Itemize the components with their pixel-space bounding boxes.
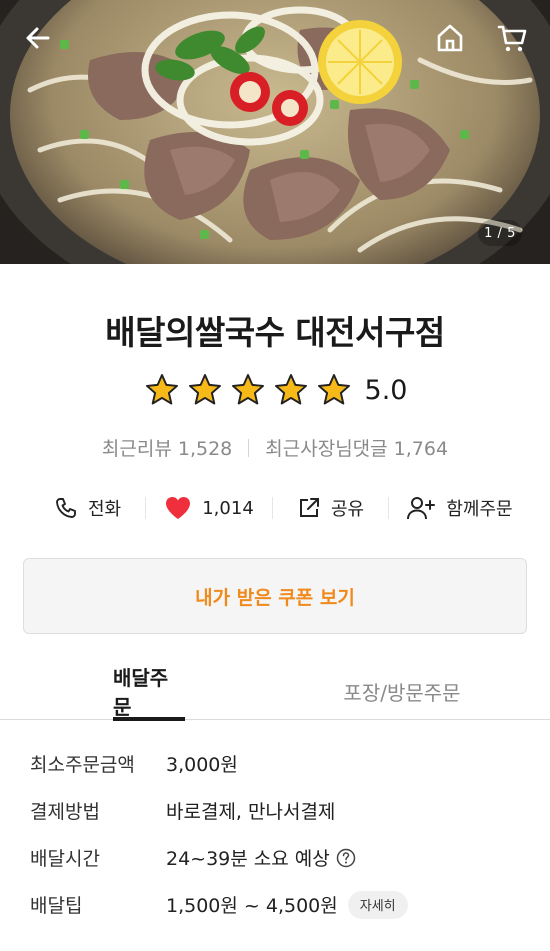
- back-arrow-icon: [26, 27, 50, 49]
- group-order-button[interactable]: 함께주문: [389, 486, 530, 530]
- store-actions: 전화 1,014 공유 함께주문: [30, 486, 530, 530]
- delivery-time-label: 배달시간: [30, 848, 100, 870]
- call-label: 전화: [87, 499, 122, 520]
- recent-reviews[interactable]: 최근리뷰 1,528: [102, 438, 232, 460]
- call-button[interactable]: 전화: [30, 486, 145, 530]
- delivery-tip-label: 배달팁: [30, 895, 83, 917]
- info-row-min-order: 최소주문금액 3,000원: [30, 740, 530, 787]
- min-order-value: 3,000원: [166, 754, 238, 776]
- tab-pickup-order[interactable]: 포장/방문주문: [340, 662, 464, 720]
- tab-delivery-order[interactable]: 배달주문: [113, 662, 185, 721]
- delivery-time-wrap: 24~39분 소요 예상: [166, 844, 356, 871]
- info-row-delivery-time: 배달시간 24~39분 소요 예상: [30, 834, 530, 881]
- share-button[interactable]: 공유: [273, 486, 388, 530]
- min-order-label: 최소주문금액: [30, 754, 135, 776]
- info-row-delivery-tip: 배달팁 1,500원 ~ 4,500원 자세히: [30, 881, 530, 928]
- review-stats: 최근리뷰 1,528 최근사장님댓글 1,764: [0, 434, 550, 461]
- my-coupons-button[interactable]: 내가 받은 쿠폰 보기: [23, 558, 527, 634]
- cart-icon: [497, 25, 527, 52]
- active-tab-indicator: [113, 717, 185, 721]
- order-type-tabs: 배달주문 포장/방문주문: [0, 662, 550, 721]
- add-person-icon: [406, 495, 436, 521]
- store-hero-photo[interactable]: 1 / 5: [0, 0, 550, 264]
- delivery-tip-detail-button[interactable]: 자세히: [347, 890, 408, 919]
- back-button[interactable]: [18, 18, 58, 58]
- phone-icon: [54, 496, 78, 520]
- star-icon: [145, 374, 178, 405]
- delivery-tip-wrap: 1,500원 ~ 4,500원 자세히: [166, 890, 408, 919]
- star-icon: [317, 374, 350, 405]
- my-coupons-label: 내가 받은 쿠폰 보기: [195, 586, 355, 609]
- owner-replies[interactable]: 최근사장님댓글 1,764: [265, 438, 448, 460]
- home-icon: [437, 24, 463, 52]
- like-count: 1,014: [202, 497, 254, 519]
- rating-row: 5.0: [0, 370, 550, 410]
- photo-pager: 1 / 5: [478, 220, 522, 246]
- cart-button[interactable]: [492, 18, 532, 58]
- heart-icon: [164, 495, 192, 521]
- payment-label: 결제방법: [30, 801, 100, 823]
- star-rating: [143, 372, 353, 408]
- group-order-label: 함께주문: [446, 499, 513, 520]
- share-icon: [297, 496, 321, 520]
- delivery-time-value: 24~39분 소요 예상: [166, 848, 330, 870]
- star-icon: [274, 374, 307, 405]
- star-icon: [188, 374, 221, 405]
- star-icon: [231, 374, 264, 405]
- question-circle-icon[interactable]: [336, 848, 356, 868]
- delivery-tip-value: 1,500원 ~ 4,500원: [166, 895, 338, 917]
- info-row-payment: 결제방법 바로결제, 만나서결제: [30, 787, 530, 834]
- delivery-info: 최소주문금액 3,000원 결제방법 바로결제, 만나서결제 배달시간 24~3…: [30, 740, 530, 928]
- like-button[interactable]: 1,014: [146, 486, 272, 530]
- tab-pickup-label: 포장/방문주문: [343, 680, 461, 705]
- tab-delivery-label: 배달주문: [113, 666, 169, 719]
- payment-value: 바로결제, 만나서결제: [166, 801, 336, 823]
- divider: [248, 439, 250, 457]
- store-name: 배달의쌀국수 대전서구점: [105, 313, 445, 352]
- share-label: 공유: [330, 499, 365, 520]
- home-button[interactable]: [430, 18, 470, 58]
- rating-value: 5.0: [364, 374, 408, 406]
